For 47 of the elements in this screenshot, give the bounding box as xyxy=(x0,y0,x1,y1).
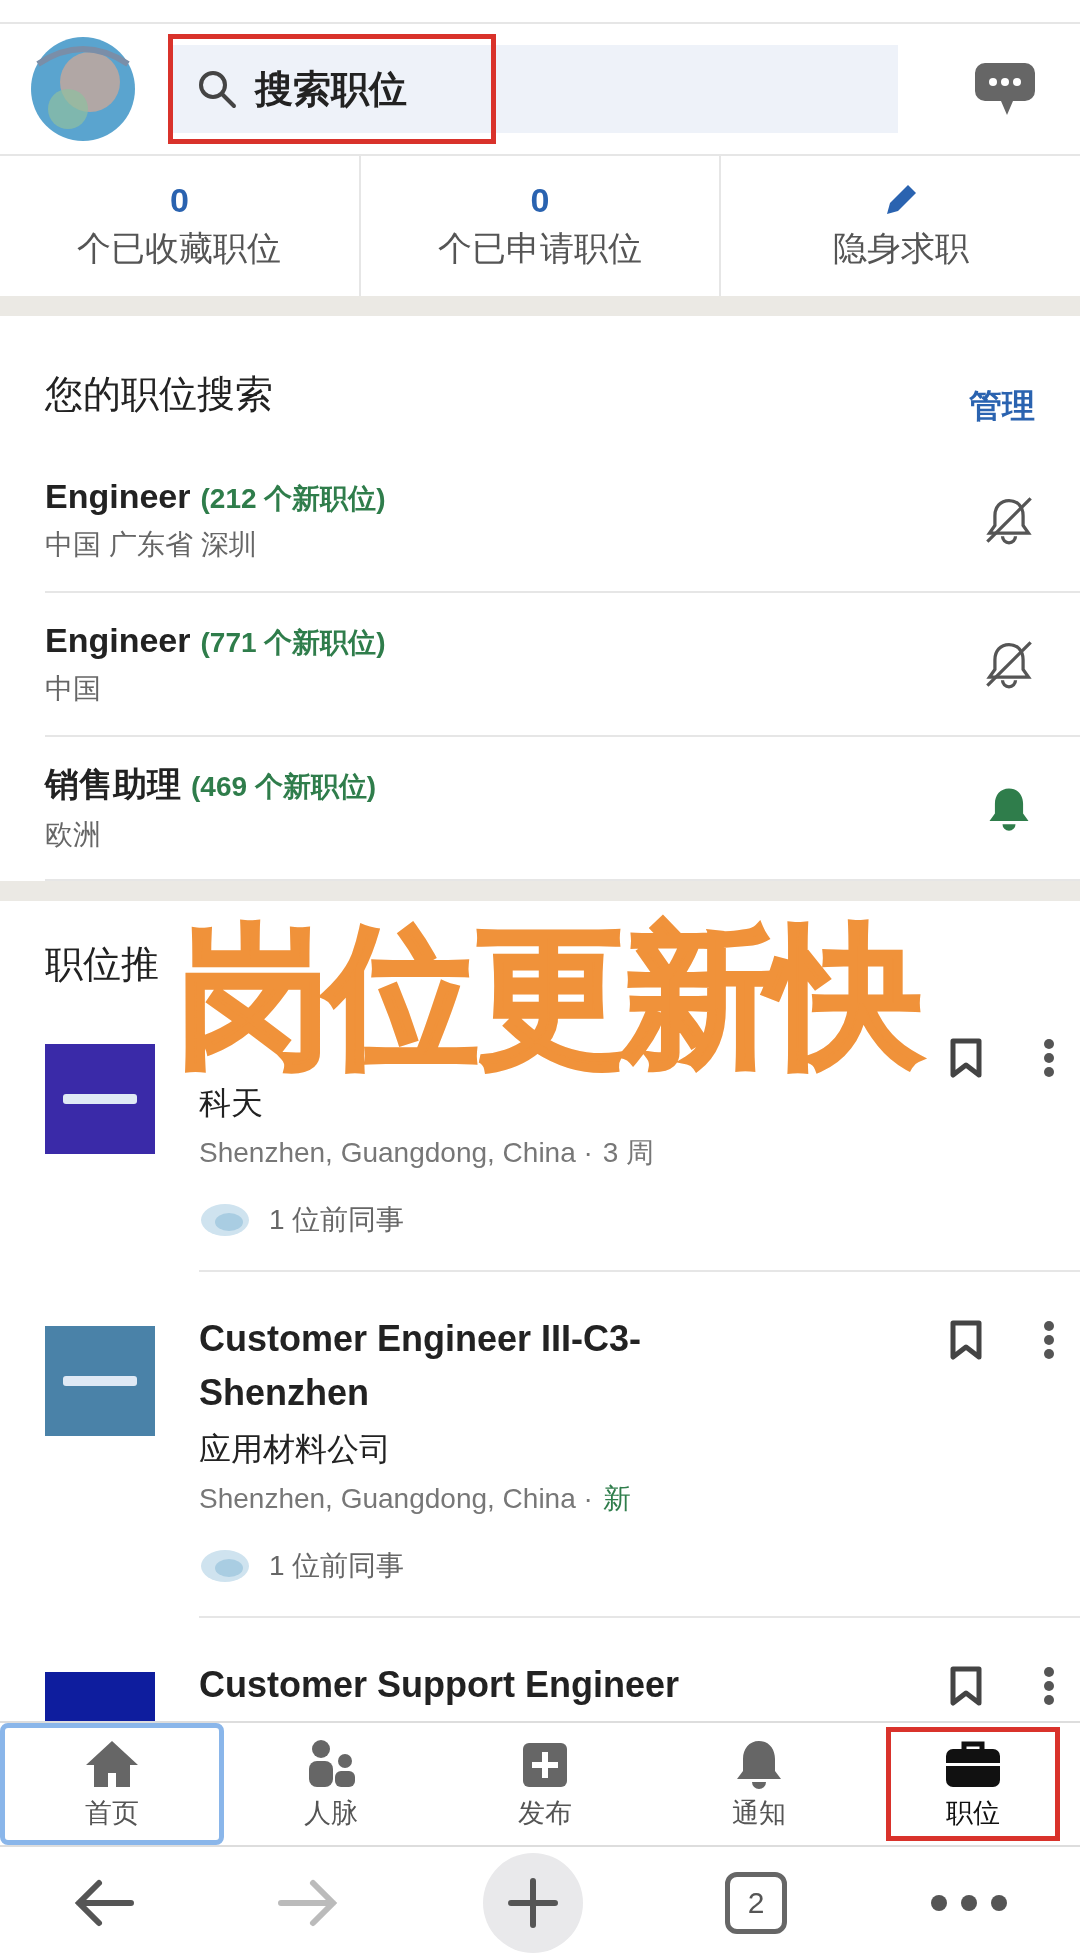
nav-tab[interactable]: 发布 xyxy=(438,1723,653,1845)
more-icon[interactable] xyxy=(1043,1038,1055,1078)
nav-tab[interactable]: 职位 xyxy=(886,1727,1060,1841)
bookmark-icon[interactable] xyxy=(949,1320,983,1360)
job-title[interactable]: Customer Support Engineer xyxy=(199,1658,759,1712)
more-icon[interactable] xyxy=(1043,1666,1055,1706)
search-title[interactable]: Engineer xyxy=(45,620,191,660)
search-location: 欧洲 xyxy=(45,818,102,852)
search-field[interactable]: 搜索职位 xyxy=(173,45,898,133)
company-name: 应用材料公司 xyxy=(199,1430,392,1469)
nav-tab[interactable]: 首页 xyxy=(0,1723,225,1845)
company-name: 科天 xyxy=(199,1084,264,1123)
search-location: 中国 广东省 深圳 xyxy=(45,527,258,562)
more-icon[interactable] xyxy=(929,1893,1009,1913)
bookmark-icon[interactable] xyxy=(949,1038,983,1078)
new-jobs-count: (212 个新职位) xyxy=(200,481,386,516)
chat-icon[interactable] xyxy=(973,61,1037,117)
search-icon xyxy=(197,69,237,109)
search-placeholder: 搜索职位 xyxy=(255,66,407,112)
stat-label[interactable]: 隐身求职 xyxy=(832,226,969,272)
bookmark-icon[interactable] xyxy=(949,1666,983,1706)
former-colleagues: 1 位前同事 xyxy=(269,1549,405,1583)
nav-tab[interactable]: 人脉 xyxy=(224,1723,439,1845)
stat-count: 0 xyxy=(530,180,550,220)
stat-count: 0 xyxy=(169,180,189,220)
stat-label[interactable]: 个已收藏职位 xyxy=(77,225,282,272)
nav-tab[interactable]: 通知 xyxy=(652,1723,867,1845)
bell-off-icon[interactable] xyxy=(983,494,1035,546)
tab-count-button[interactable]: 2 xyxy=(725,1872,787,1934)
search-location: 中国 xyxy=(45,671,102,706)
section-title: 您的职位搜索 xyxy=(45,372,273,417)
new-jobs-count: (771 个新职位) xyxy=(200,625,386,660)
search-title[interactable]: 销售助理 xyxy=(45,762,181,808)
plus-icon xyxy=(508,1878,558,1928)
posted-age: 新 xyxy=(602,1482,631,1516)
posted-age: 3 周 xyxy=(602,1136,655,1170)
job-title[interactable]: Customer Engineer III-C3-Shenzhen xyxy=(199,1312,759,1420)
job-location: Shenzhen, Guangdong, China · xyxy=(199,1137,593,1169)
more-icon[interactable] xyxy=(1043,1320,1055,1360)
new-jobs-count: (469 个新职位) xyxy=(191,770,377,804)
job-location: Shenzhen, Guangdong, China · xyxy=(199,1483,593,1515)
manage-link[interactable]: 管理 xyxy=(969,384,1035,429)
search-title[interactable]: Engineer xyxy=(45,476,191,516)
former-colleagues: 1 位前同事 xyxy=(269,1203,405,1237)
stat-label[interactable]: 个已申请职位 xyxy=(438,225,642,272)
section-title: 职位推 xyxy=(45,943,159,985)
bell-off-icon[interactable] xyxy=(983,638,1035,690)
